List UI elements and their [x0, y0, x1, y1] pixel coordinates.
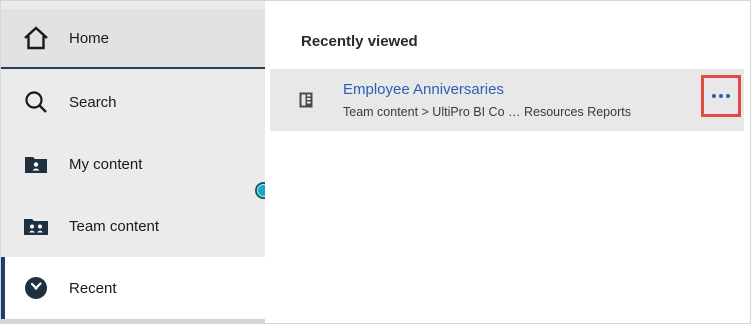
sidebar: Home Search My content Team content Rece…: [1, 1, 265, 323]
list-item[interactable]: Employee Anniversaries Team content > Ul…: [270, 69, 744, 131]
more-options-button[interactable]: [701, 75, 741, 117]
home-icon: [23, 25, 49, 51]
sidebar-item-label: Home: [69, 29, 110, 47]
sidebar-item-search[interactable]: Search: [1, 71, 265, 133]
sidebar-bottom-divider: [1, 319, 265, 323]
sidebar-item-recent[interactable]: Recent: [1, 257, 265, 319]
item-title-link[interactable]: Employee Anniversaries: [343, 81, 504, 98]
report-icon: [299, 92, 313, 108]
sidebar-item-team-content[interactable]: Team content: [1, 195, 265, 257]
recent-icon: [23, 275, 49, 301]
item-path: Team content > UltiPro BI Co … Resources…: [343, 105, 631, 119]
my-content-icon: [23, 151, 49, 177]
sidebar-item-label: Recent: [69, 279, 117, 297]
team-content-icon: [23, 213, 49, 239]
recent-panel: Recently viewed Employee Anniversaries T…: [265, 1, 750, 323]
sidebar-item-label: Search: [69, 93, 117, 111]
search-icon: [23, 89, 49, 115]
sidebar-item-label: Team content: [69, 217, 160, 235]
sidebar-item-my-content[interactable]: My content: [1, 133, 265, 195]
sidebar-item-home[interactable]: Home: [1, 9, 265, 69]
sidebar-item-label: My content: [69, 155, 143, 173]
section-title: Recently viewed: [301, 33, 418, 50]
more-options-icon: [712, 94, 730, 98]
